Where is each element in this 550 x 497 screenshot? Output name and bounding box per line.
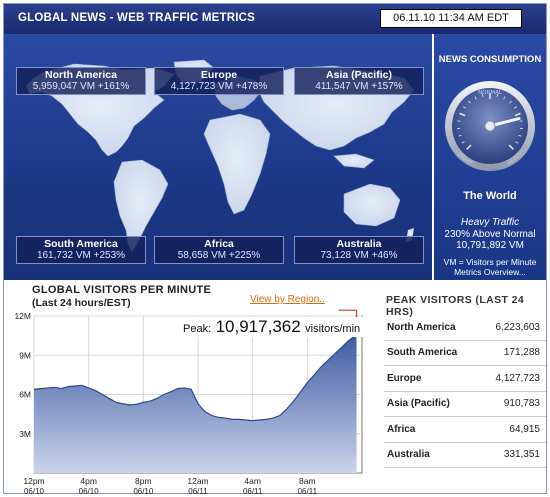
chart-title: GLOBAL VISITORS PER MINUTE bbox=[32, 284, 212, 296]
gauge-icon: NORMAL LIGHT HEAVY bbox=[445, 81, 535, 171]
y-tick-label: 12M bbox=[14, 311, 31, 321]
y-tick-label: 9M bbox=[19, 350, 31, 360]
southeast-asia-islands bbox=[333, 153, 375, 169]
region-name-cell: South America bbox=[384, 340, 480, 366]
x-tick-label: 4am bbox=[244, 476, 261, 486]
view-by-region-link[interactable]: View by Region.. bbox=[250, 294, 325, 305]
peak-visitors-table: North America 6,223,603 South America 171,2… bbox=[384, 315, 546, 468]
x-tick-date-label: 06/10 bbox=[79, 487, 100, 495]
africa-landmass bbox=[203, 113, 271, 215]
region-name: South America bbox=[44, 238, 118, 250]
region-south-america[interactable]: South America 161,732 VM +253% bbox=[16, 236, 146, 264]
region-stats: 73,128 VM +46% bbox=[320, 250, 398, 261]
peak-value-cell: 910,783 bbox=[479, 391, 546, 417]
dashboard-frame: GLOBAL NEWS - WEB TRAFFIC METRICS 06.11.… bbox=[3, 3, 547, 495]
peak-readout: Peak: 10,917,362 visitors/min bbox=[180, 317, 364, 337]
app-title: GLOBAL NEWS - WEB TRAFFIC METRICS bbox=[18, 12, 256, 24]
region-name-cell: Australia bbox=[384, 442, 480, 468]
total-vm-text: 10,791,892 VM bbox=[456, 240, 524, 251]
x-tick-date-label: 06/10 bbox=[24, 487, 45, 495]
region-stats: 411,547 VM +157% bbox=[315, 81, 403, 92]
region-africa[interactable]: Africa 58,658 VM +225% bbox=[154, 236, 284, 264]
table-row: Asia (Pacific) 910,783 bbox=[384, 391, 546, 417]
y-tick-label: 6M bbox=[19, 390, 31, 400]
region-stats: 58,658 VM +225% bbox=[177, 250, 261, 261]
table-row: Australia 331,351 bbox=[384, 442, 546, 468]
y-tick-label: 3M bbox=[19, 429, 31, 439]
datetime-display: 06.11.10 11:34 AM EDT bbox=[380, 9, 522, 28]
title-bar: GLOBAL NEWS - WEB TRAFFIC METRICS 06.11.… bbox=[4, 4, 546, 34]
region-name: Europe bbox=[200, 69, 238, 81]
x-tick-date-label: 06/10 bbox=[133, 487, 154, 495]
peak-value: 10,917,362 bbox=[215, 317, 301, 336]
x-tick-date-label: 06/11 bbox=[243, 487, 263, 495]
region-name: Asia (Pacific) bbox=[326, 69, 392, 81]
x-tick-label: 8am bbox=[299, 476, 316, 486]
region-australia[interactable]: Australia 73,128 VM +46% bbox=[294, 236, 424, 264]
peak-label: Peak: bbox=[183, 323, 212, 335]
vm-legend-note: VM = Visitors per Minute Metrics Overvie… bbox=[434, 257, 546, 277]
australia-landmass bbox=[343, 183, 401, 227]
peak-value-cell: 4,127,723 bbox=[479, 365, 546, 392]
x-tick-label: 12pm bbox=[23, 476, 44, 486]
x-tick-date-label: 06/11 bbox=[188, 487, 208, 495]
region-name-cell: North America bbox=[384, 315, 480, 341]
traffic-level: Heavy Traffic bbox=[460, 217, 520, 228]
peak-value-cell: 331,351 bbox=[479, 442, 546, 468]
region-name: North America bbox=[45, 69, 117, 81]
region-name-cell: Europe bbox=[384, 365, 480, 392]
vm-definition: VM = Visitors per Minute bbox=[443, 257, 537, 267]
world-label: The World bbox=[463, 190, 517, 202]
region-name-cell: Africa bbox=[384, 416, 480, 443]
table-row: Europe 4,127,723 bbox=[384, 365, 546, 392]
gauge-normal-label: NORMAL bbox=[478, 90, 503, 96]
x-tick-label: 4pm bbox=[80, 476, 97, 486]
table-row: North America 6,223,603 bbox=[384, 315, 546, 341]
peak-value-cell: 171,288 bbox=[479, 340, 546, 366]
region-stats: 5,959,047 VM +161% bbox=[32, 81, 130, 92]
region-name: Africa bbox=[204, 238, 234, 250]
table-row: Africa 64,915 bbox=[384, 416, 546, 443]
region-stats: 161,732 VM +253% bbox=[36, 250, 126, 261]
news-consumption-title: NEWS CONSUMPTION bbox=[438, 54, 542, 65]
region-north-america[interactable]: North America 5,959,047 VM +161% bbox=[16, 67, 146, 95]
peak-units: visitors/min bbox=[305, 323, 361, 335]
region-asia-pacific[interactable]: Asia (Pacific) 411,547 VM +157% bbox=[294, 67, 424, 95]
region-name: Australia bbox=[336, 238, 382, 250]
metrics-overview-link[interactable]: Metrics Overview... bbox=[454, 267, 526, 277]
peak-value-cell: 64,915 bbox=[479, 416, 546, 443]
x-tick-date-label: 06/11 bbox=[298, 487, 318, 495]
region-name-cell: Asia (Pacific) bbox=[384, 391, 480, 417]
above-normal-text: 230% Above Normal bbox=[444, 229, 536, 240]
news-consumption-panel: NEWS CONSUMPTION NORMAL LIGHT HEAVY The bbox=[434, 34, 546, 280]
x-tick-label: 8pm bbox=[135, 476, 152, 486]
x-tick-label: 12am bbox=[187, 476, 208, 486]
region-stats: 4,127,723 VM +478% bbox=[170, 81, 268, 92]
table-row: South America 171,288 bbox=[384, 340, 546, 366]
region-europe[interactable]: Europe 4,127,723 VM +478% bbox=[154, 67, 284, 95]
peak-value-cell: 6,223,603 bbox=[479, 315, 546, 341]
chart-subtitle: (Last 24 hours/EST) bbox=[32, 297, 131, 309]
world-map: North America 5,959,047 VM +161% Europe … bbox=[4, 34, 432, 280]
